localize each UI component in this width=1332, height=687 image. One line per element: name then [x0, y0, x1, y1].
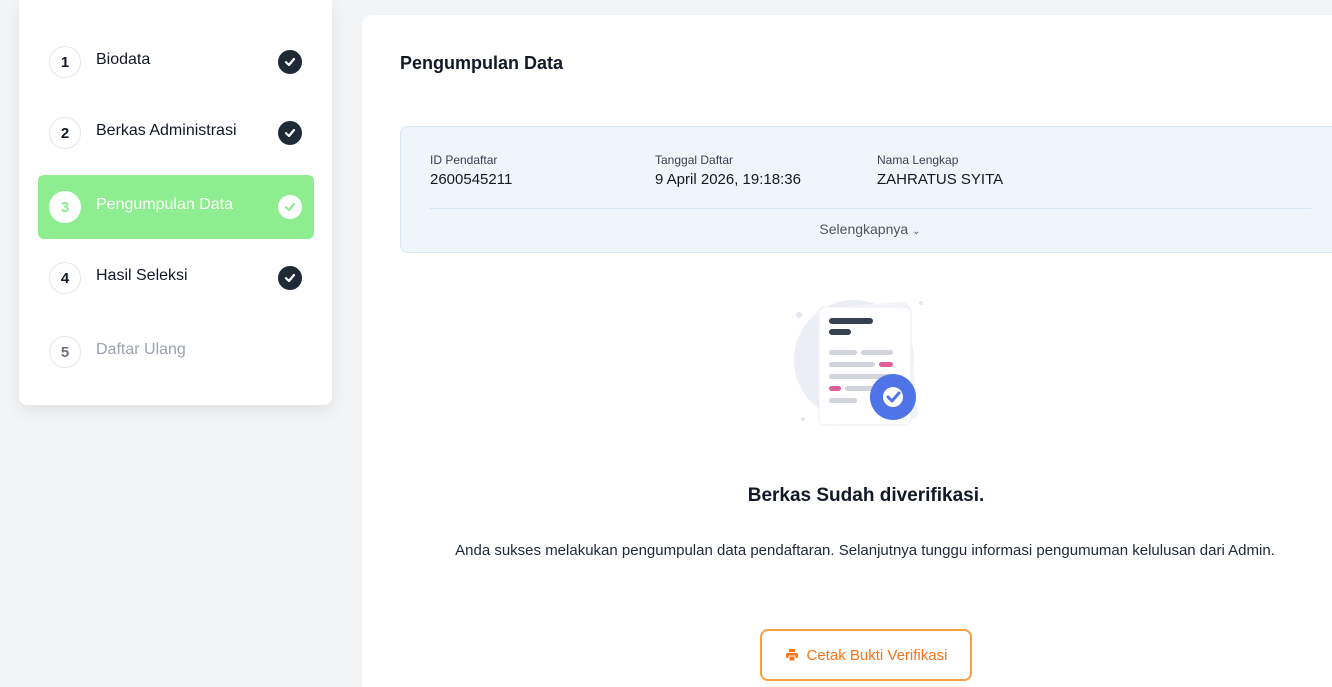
step-label: Daftar Ulang: [96, 341, 186, 358]
step-number: 3: [49, 191, 81, 223]
step-label: Pengumpulan Data: [96, 196, 233, 213]
step-biodata[interactable]: 1 Biodata: [38, 30, 314, 94]
page-title: Pengumpulan Data: [400, 53, 564, 73]
full-name: Nama Lengkap ZAHRATUS SYITA: [877, 153, 1003, 188]
registration-date: Tanggal Daftar 9 April 2026, 19:18:36: [655, 153, 801, 188]
step-number: 1: [49, 46, 81, 78]
verified-document-illustration: [794, 300, 923, 427]
main-card: Pengumpulan Data ID Pendaftar 2600545211…: [362, 15, 1332, 687]
registrant-id: ID Pendaftar 2600545211: [430, 153, 512, 188]
print-button-label: Cetak Bukti Verifikasi: [806, 646, 948, 664]
registrant-id-label: ID Pendaftar: [430, 153, 498, 167]
check-circle-icon: [278, 121, 302, 145]
step-berkas-administrasi[interactable]: 2 Berkas Administrasi: [38, 101, 314, 165]
print-verification-button[interactable]: Cetak Bukti Verifikasi: [760, 629, 972, 681]
status-title: Berkas Sudah diverifikasi.: [747, 485, 985, 506]
registration-date-value: 9 April 2026, 19:18:36: [655, 171, 801, 188]
step-sidebar: 1 Biodata 2 Berkas Administrasi 3 Pengum…: [19, 0, 332, 405]
step-number: 2: [49, 117, 81, 149]
printer-icon: [785, 649, 798, 662]
check-circle-icon: [278, 195, 302, 219]
full-name-label: Nama Lengkap: [877, 153, 959, 167]
registrant-id-value: 2600545211: [430, 171, 513, 188]
divider: [430, 208, 1311, 209]
step-number: 4: [49, 262, 81, 294]
registrant-info-box: ID Pendaftar 2600545211 Tanggal Daftar 9…: [400, 126, 1332, 253]
step-daftar-ulang: 5 Daftar Ulang: [38, 320, 314, 384]
step-hasil-seleksi[interactable]: 4 Hasil Seleksi: [38, 246, 314, 310]
check-circle-icon: [278, 50, 302, 74]
step-label: Berkas Administrasi: [96, 122, 237, 139]
status-description: Anda sukses melakukan pengumpulan data p…: [455, 542, 1275, 559]
chevron-down-icon: ⌄: [912, 226, 921, 237]
step-label: Hasil Seleksi: [96, 267, 188, 284]
step-pengumpulan-data[interactable]: 3 Pengumpulan Data: [38, 175, 314, 239]
show-more-label: Selengkapnya: [819, 221, 909, 237]
check-circle-icon: [278, 266, 302, 290]
step-label: Biodata: [96, 51, 151, 68]
step-number: 5: [49, 336, 81, 368]
show-more-toggle[interactable]: Selengkapnya ⌄: [401, 221, 1332, 237]
registration-date-label: Tanggal Daftar: [655, 153, 734, 167]
full-name-value: ZAHRATUS SYITA: [877, 171, 1004, 188]
